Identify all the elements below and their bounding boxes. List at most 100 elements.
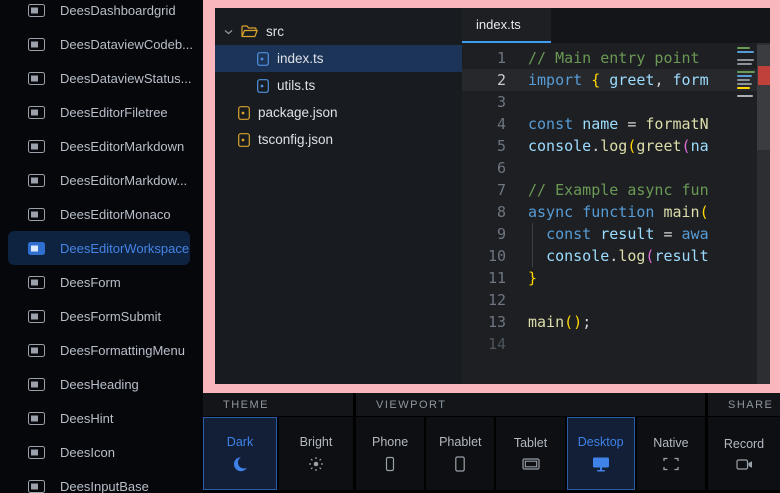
code-line-6: 6	[462, 157, 770, 179]
native-button[interactable]: Native	[637, 417, 705, 490]
minimap-line	[737, 67, 757, 69]
bright-button[interactable]: Bright	[279, 417, 353, 490]
filetree-label: src	[266, 24, 284, 39]
toolbar-section-title-viewport: VIEWPORT	[356, 393, 705, 416]
toolbar-buttons: Dark BrightPhonePhabletTablet Desktop Nativ…	[203, 417, 780, 490]
code-line-10: 10 console.log(result	[462, 245, 770, 267]
sidebar-item-label: DeesEditorWorkspace	[60, 241, 189, 256]
minimap-line	[737, 71, 755, 73]
tab-label: index.ts	[476, 17, 521, 32]
line-number: 11	[462, 267, 506, 289]
line-number: 6	[462, 157, 506, 179]
filetree-row-utils-ts[interactable]: utils.ts	[215, 72, 462, 99]
dark-button[interactable]: Dark	[203, 417, 277, 490]
sidebar-item-deesformsubmit[interactable]: DeesFormSubmit	[8, 299, 190, 333]
toolbar-section-title-share: SHARE	[708, 393, 780, 416]
code-line-9: 9 const result = awa	[462, 223, 770, 245]
component-icon	[28, 276, 45, 289]
record-icon	[736, 458, 753, 471]
filetree-label: index.ts	[277, 51, 324, 66]
component-icon	[28, 106, 45, 119]
tablet-icon	[522, 457, 540, 471]
sidebar-item-deesdataviewcodeb[interactable]: DeesDataviewCodeb...	[8, 27, 190, 61]
sidebar-item-deeseditormarkdow[interactable]: DeesEditorMarkdow...	[8, 163, 190, 197]
component-icon	[28, 412, 45, 425]
desktop-button[interactable]: Desktop	[567, 417, 635, 490]
code-text: const result = awa	[506, 223, 709, 245]
sidebar-item-label: DeesDataviewCodeb...	[60, 37, 193, 52]
code-editor[interactable]: index.ts 1// Main entry point2import { g…	[462, 8, 770, 384]
component-icon	[28, 174, 45, 187]
indent-guide	[532, 223, 533, 267]
phone-icon	[382, 456, 398, 472]
code-text: const name = formatN	[506, 113, 709, 135]
code-text	[506, 333, 528, 355]
native-icon	[663, 457, 679, 471]
minimap-line	[737, 95, 753, 97]
component-icon	[28, 72, 45, 85]
code-text	[506, 289, 528, 311]
sidebar-item-deesheading[interactable]: DeesHeading	[8, 367, 190, 401]
filetree-row-src[interactable]: src	[215, 18, 462, 45]
sidebar-item-deeseditormarkdown[interactable]: DeesEditorMarkdown	[8, 129, 190, 163]
minimap-line	[737, 79, 750, 81]
moon-icon	[232, 456, 248, 472]
json-file-icon	[238, 133, 250, 147]
line-number: 7	[462, 179, 506, 201]
scrollbar[interactable]	[757, 43, 770, 384]
filetree-row-tsconfig-json[interactable]: tsconfig.json	[215, 126, 462, 153]
minimap-line	[737, 51, 754, 53]
editor-workspace: src index.ts utils.tspackage.jsontsconfig.…	[215, 8, 770, 384]
error-marker	[758, 66, 770, 85]
line-number: 12	[462, 289, 506, 311]
tablet-button[interactable]: Tablet	[496, 417, 564, 490]
sidebar-item-deesformattingmenu[interactable]: DeesFormattingMenu	[8, 333, 190, 367]
file-tree: src index.ts utils.tspackage.jsontsconfig.…	[215, 8, 462, 384]
code-line-14: 14	[462, 333, 770, 355]
chevron-down-icon[interactable]	[223, 29, 233, 35]
filetree-row-package-json[interactable]: package.json	[215, 99, 462, 126]
sidebar-item-label: DeesEditorMonaco	[60, 207, 171, 222]
toolbar-group-viewport: PhonePhabletTablet Desktop Native	[356, 417, 705, 490]
sidebar-item-deesinputbase[interactable]: DeesInputBase	[8, 469, 190, 493]
sidebar-item-deeshint[interactable]: DeesHint	[8, 401, 190, 435]
sidebar-item-label: DeesEditorFiletree	[60, 105, 168, 120]
code-area[interactable]: 1// Main entry point2import { greet, for…	[462, 43, 770, 384]
sidebar-item-label: DeesFormattingMenu	[60, 343, 185, 358]
record-button[interactable]: Record	[708, 417, 780, 490]
sidebar-item-label: DeesHeading	[60, 377, 139, 392]
sidebar-item-deeseditorfiletree[interactable]: DeesEditorFiletree	[8, 95, 190, 129]
component-sidebar: DeesDashboardgrid DeesDataviewCodeb... Dee…	[0, 0, 203, 493]
sidebar-item-deesform[interactable]: DeesForm	[8, 265, 190, 299]
sidebar-item-deeseditormonaco[interactable]: DeesEditorMonaco	[8, 197, 190, 231]
phablet-button[interactable]: Phablet	[426, 417, 494, 490]
ts-file-icon	[257, 52, 269, 66]
minimap-line	[737, 55, 757, 57]
sidebar-item-deesdashboardgrid[interactable]: DeesDashboardgrid	[8, 0, 190, 27]
scrollbar-thumb[interactable]	[757, 45, 770, 150]
button-label: Desktop	[578, 435, 624, 449]
tab-index-ts[interactable]: index.ts	[462, 8, 551, 43]
component-icon	[28, 140, 45, 153]
bottom-toolbar: THEMEVIEWPORTSHARE DarkBrightPhonePhable…	[203, 393, 780, 493]
sidebar-item-label: DeesEditorMarkdown	[60, 139, 184, 154]
code-text	[506, 157, 528, 179]
filetree-row-index-ts[interactable]: index.ts	[215, 45, 462, 72]
line-number: 8	[462, 201, 506, 223]
line-number: 2	[462, 69, 506, 91]
desktop-icon	[592, 456, 610, 472]
phone-button[interactable]: Phone	[356, 417, 424, 490]
component-icon	[28, 310, 45, 323]
sidebar-item-deeseditorworkspace[interactable]: DeesEditorWorkspace	[8, 231, 190, 265]
sidebar-item-deesicon[interactable]: DeesIcon	[8, 435, 190, 469]
button-label: Record	[724, 437, 764, 451]
code-text: import { greet, form	[506, 69, 709, 91]
button-label: Dark	[227, 435, 253, 449]
minimap[interactable]	[737, 47, 757, 99]
code-line-11: 11}	[462, 267, 770, 289]
sidebar-item-deesdataviewstatus[interactable]: DeesDataviewStatus...	[8, 61, 190, 95]
code-line-13: 13main();	[462, 311, 770, 333]
sidebar-item-label: DeesIcon	[60, 445, 115, 460]
component-icon	[28, 242, 45, 255]
line-number: 9	[462, 223, 506, 245]
